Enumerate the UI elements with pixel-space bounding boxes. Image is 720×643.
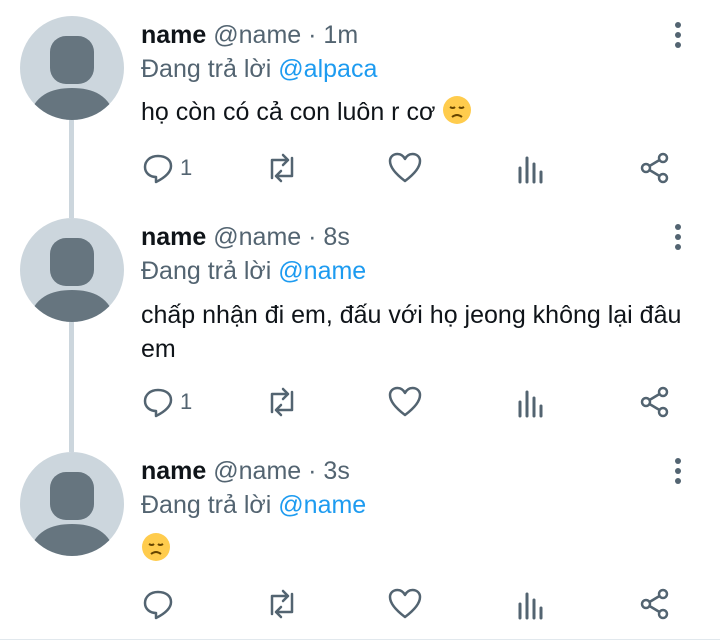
heart-icon [388,152,422,183]
timestamp[interactable]: 3s [323,457,349,485]
retweet-icon [270,153,294,183]
display-name[interactable]: name [141,223,206,251]
analytics-button[interactable] [516,382,546,422]
more-options-icon[interactable] [666,456,690,486]
like-button[interactable] [388,584,422,624]
analytics-button[interactable] [516,148,546,188]
action-bar: 1 [0,382,720,422]
replying-to: Đang trả lời @name [141,490,366,520]
separator-dot: · [308,223,317,251]
tweet-header: name @name · 1m [141,20,358,50]
separator-dot: · [308,21,317,49]
share-icon [640,152,669,184]
more-options-icon[interactable] [666,20,690,50]
replying-to-label: Đang trả lời [141,491,272,519]
replying-to: Đang trả lời @alpaca [141,54,377,84]
mention-link[interactable]: @name [278,257,366,285]
avatar[interactable] [20,452,124,556]
analytics-icon [518,156,543,184]
retweet-icon [270,589,294,619]
like-button[interactable] [388,382,422,422]
replying-to-label: Đang trả lời [141,55,272,83]
reply-button[interactable] [142,584,180,624]
reply-icon [143,590,173,620]
mention-link[interactable]: @alpaca [278,55,377,83]
share-icon [640,588,669,620]
heart-icon [388,588,422,619]
mention-link[interactable]: @name [278,491,366,519]
handle[interactable]: @name [213,21,301,49]
disappointed-face-icon [443,96,472,124]
handle[interactable]: @name [213,223,301,251]
replying-to: Đang trả lời @name [141,256,366,286]
tweet[interactable]: name @name · 8s Đang trả lời @name chấp … [0,210,720,442]
tweet[interactable]: name @name · 3s Đang trả lời @name [0,442,720,642]
like-button[interactable] [388,148,422,188]
bottom-divider [0,639,720,640]
tweet-header: name @name · 3s [141,456,350,486]
retweet-button[interactable] [264,148,300,188]
tweet-text-content: chấp nhận đi em, đấu với họ jeong không … [141,301,682,363]
timestamp[interactable]: 1m [323,21,358,49]
tweet-text: họ còn có cả con luôn r cơ [141,95,701,129]
disappointed-face-icon [142,533,170,561]
reply-button[interactable]: 1 [142,148,192,188]
tweet-text [141,532,701,566]
retweet-icon [270,387,294,417]
display-name[interactable]: name [141,21,206,49]
retweet-button[interactable] [264,382,300,422]
timestamp[interactable]: 8s [323,223,349,251]
tweet-text: chấp nhận đi em, đấu với họ jeong không … [141,298,701,366]
avatar[interactable] [20,218,124,322]
share-button[interactable] [639,148,671,188]
reply-button[interactable]: 1 [142,382,192,422]
analytics-button[interactable] [516,584,546,624]
analytics-icon [518,592,543,620]
display-name[interactable]: name [141,457,206,485]
separator-dot: · [308,457,317,485]
more-options-icon[interactable] [666,222,690,252]
reply-icon [143,154,173,184]
action-bar [0,584,720,624]
replying-to-label: Đang trả lời [141,257,272,285]
share-button[interactable] [639,382,671,422]
retweet-button[interactable] [264,584,300,624]
tweet[interactable]: name @name · 1m Đang trả lời @alpaca họ … [0,0,720,210]
tweet-text-content: họ còn có cả con luôn r cơ [141,98,436,126]
reply-count: 1 [180,389,193,414]
action-bar: 1 [0,148,720,188]
reply-icon [143,388,173,418]
share-button[interactable] [639,584,671,624]
handle[interactable]: @name [213,457,301,485]
share-icon [640,386,669,418]
reply-count: 1 [180,155,193,180]
avatar[interactable] [20,16,124,120]
tweet-header: name @name · 8s [141,222,350,252]
heart-icon [388,386,422,417]
analytics-icon [518,390,543,418]
